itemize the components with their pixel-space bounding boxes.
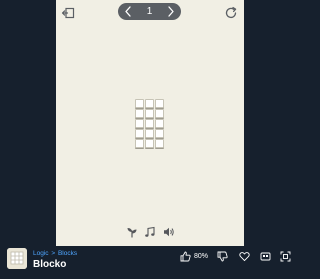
grid-cell[interactable] <box>135 139 144 148</box>
grid-cell[interactable] <box>135 99 144 108</box>
grid-cell[interactable] <box>145 109 154 118</box>
grid-cell[interactable] <box>155 119 164 128</box>
grid-cell[interactable] <box>145 129 154 138</box>
breadcrumb: Logic > Blocks <box>33 250 77 258</box>
level-number: 1 <box>146 6 153 17</box>
breadcrumb-blocks[interactable]: Blocks <box>58 250 77 257</box>
breadcrumb-separator: > <box>51 250 56 257</box>
heart-icon[interactable] <box>239 251 250 262</box>
grid-cell[interactable] <box>135 129 144 138</box>
game-canvas[interactable]: 1 <box>56 0 244 246</box>
grid-cell[interactable] <box>145 139 154 148</box>
fullscreen-icon[interactable] <box>280 251 291 262</box>
chevron-left-icon[interactable] <box>122 5 135 18</box>
grid-cell[interactable] <box>145 119 154 128</box>
chevron-right-icon[interactable] <box>164 5 177 18</box>
breadcrumb-logic[interactable]: Logic <box>33 250 49 257</box>
like-percentage: 80% <box>194 253 209 260</box>
grid-cell[interactable] <box>155 139 164 148</box>
game-info-bar: Logic > Blocks Blocko 80% <box>0 246 300 279</box>
reload-icon[interactable] <box>224 5 238 19</box>
sapling-icon[interactable] <box>126 226 138 238</box>
back-icon[interactable] <box>61 5 75 19</box>
game-thumbnail[interactable] <box>7 248 27 269</box>
theater-mode-icon[interactable] <box>260 251 271 262</box>
grid-cell[interactable] <box>135 119 144 128</box>
grid-cell[interactable] <box>155 109 164 118</box>
grid-cell[interactable] <box>155 129 164 138</box>
block-grid[interactable] <box>135 99 166 148</box>
grid-cell[interactable] <box>145 99 154 108</box>
page: 1 Logic > Blocks Blocko 80% <box>0 0 300 279</box>
game-title: Blocko <box>33 259 67 270</box>
thumbs-up-icon[interactable] <box>180 251 191 262</box>
grid-cell[interactable] <box>135 109 144 118</box>
grid-cell[interactable] <box>155 99 164 108</box>
thumbs-down-icon[interactable] <box>217 251 228 262</box>
music-note-icon[interactable] <box>144 226 156 238</box>
speaker-icon[interactable] <box>163 226 175 238</box>
level-selector: 1 <box>118 3 181 20</box>
